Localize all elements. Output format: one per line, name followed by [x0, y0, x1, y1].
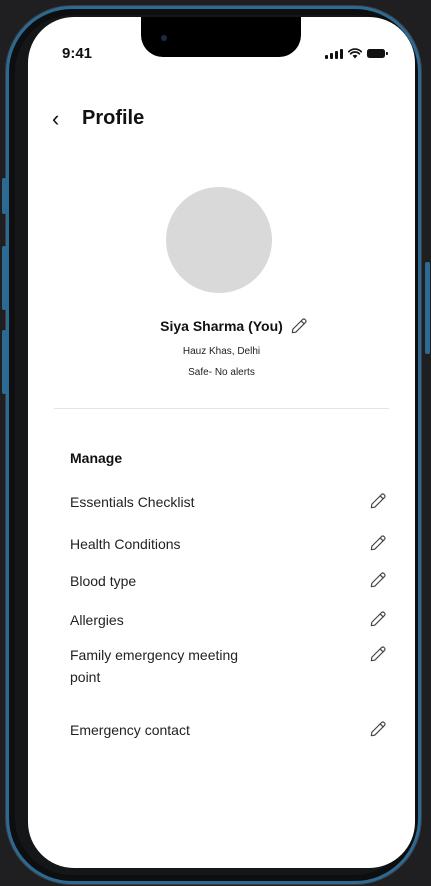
pencil-icon [370, 535, 386, 551]
manage-item-label: Blood type [70, 573, 137, 589]
volume-down-button [2, 330, 7, 394]
edit-name-button[interactable] [289, 316, 311, 336]
avatar[interactable] [166, 187, 272, 293]
wifi-icon [348, 48, 362, 59]
power-button [425, 262, 430, 354]
edit-button[interactable] [368, 719, 390, 741]
edit-button[interactable] [368, 609, 390, 631]
manage-item-family-meeting-point[interactable]: Family emergency meeting point [70, 644, 390, 688]
back-icon[interactable]: ‹ [52, 107, 74, 130]
profile-name: Siya Sharma (You) [160, 318, 283, 334]
pencil-icon [291, 318, 307, 334]
status-icons [325, 47, 388, 59]
manage-item-blood-type[interactable]: Blood type [70, 570, 390, 592]
app-screen: 9:41 ‹ Profile Siya Sharma (You) Hauz Kh… [28, 17, 415, 868]
manage-item-label: Essentials Checklist [70, 494, 195, 510]
divider [54, 408, 389, 409]
manage-item-allergies[interactable]: Allergies [70, 609, 390, 631]
page-title: Profile [82, 107, 145, 129]
pencil-icon [370, 646, 386, 662]
pencil-icon [370, 721, 386, 737]
pencil-icon [370, 493, 386, 509]
pencil-icon [370, 572, 386, 588]
battery-icon [367, 49, 388, 58]
edit-button[interactable] [368, 533, 390, 555]
notch [141, 17, 301, 57]
edit-button[interactable] [368, 644, 390, 666]
manage-item-essentials-checklist[interactable]: Essentials Checklist [70, 491, 390, 513]
safety-status: Safe- No alerts [188, 367, 255, 378]
pencil-icon [370, 611, 386, 627]
mute-switch [2, 178, 7, 214]
header: ‹ Profile [52, 107, 144, 130]
manage-item-label: Family emergency meeting point [70, 647, 239, 685]
cellular-signal-icon [325, 48, 343, 59]
volume-up-button [2, 246, 7, 310]
manage-item-label: Health Conditions [70, 536, 181, 552]
profile-location: Hauz Khas, Delhi [182, 346, 261, 357]
manage-item-label: Emergency contact [70, 722, 190, 738]
manage-section-title: Manage [70, 450, 123, 466]
edit-button[interactable] [368, 570, 390, 592]
manage-item-label: Allergies [70, 612, 124, 628]
edit-button[interactable] [368, 491, 390, 513]
manage-item-emergency-contact[interactable]: Emergency contact [70, 719, 390, 741]
front-camera [161, 35, 167, 41]
status-time: 9:41 [62, 45, 93, 62]
manage-item-health-conditions[interactable]: Health Conditions [70, 533, 390, 555]
